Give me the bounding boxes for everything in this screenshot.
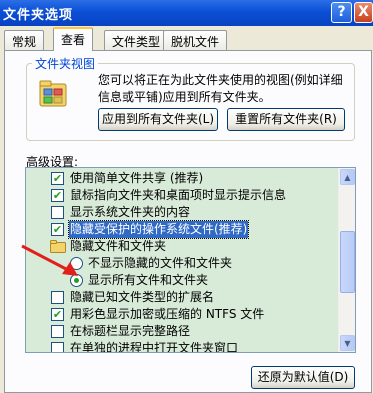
checkbox-checked[interactable]: ✔	[51, 223, 64, 236]
list-item-label: 使用简单文件共享 (推荐)	[70, 171, 204, 185]
list-item[interactable]: ✔ 鼠标指向文件夹和桌面项时显示提示信息	[26, 187, 338, 204]
reset-all-folders-button[interactable]: 重置所有文件夹(R)	[227, 108, 345, 131]
vertical-scrollbar[interactable]: ▲ ▼	[338, 168, 355, 352]
apply-to-all-folders-button[interactable]: 应用到所有文件夹(L)	[98, 108, 218, 131]
tab-offline-files[interactable]: 脱机文件	[163, 30, 228, 50]
list-item-selected[interactable]: ✔ 隐藏受保护的操作系统文件(推荐)	[26, 220, 338, 239]
tab-general[interactable]: 常规	[4, 30, 45, 50]
list-item-label: 隐藏已知文件类型的扩展名	[70, 290, 215, 304]
list-item[interactable]: ✔ 使用简单文件共享 (推荐)	[26, 170, 338, 187]
list-item-label: 鼠标指向文件夹和桌面项时显示提示信息	[70, 188, 287, 202]
list-item[interactable]: 在单独的进程中打开文件夹窗口	[26, 340, 338, 353]
list-item-label: 显示系统文件夹的内容	[70, 205, 191, 219]
list-item[interactable]: 显示系统文件夹的内容	[26, 204, 338, 221]
folder-views-description: 您可以将正在为此文件夹使用的视图(例如详细信息或平铺)应用到所有文件夹。	[98, 73, 343, 104]
checkbox-unchecked[interactable]	[51, 342, 64, 352]
scroll-down-button[interactable]: ▼	[340, 335, 355, 351]
tab-view[interactable]: 查看	[53, 27, 94, 51]
close-button[interactable]: X	[354, 2, 373, 23]
list-item[interactable]: 隐藏已知文件类型的扩展名	[26, 289, 338, 306]
help-button[interactable]: ?	[331, 2, 352, 23]
list-item-label: 在单独的进程中打开文件夹窗口	[70, 341, 239, 353]
window-title: 文件夹选项	[3, 8, 74, 23]
list-item-label: 用彩色显示加密或压缩的 NTFS 文件	[70, 307, 265, 321]
list-item-label: 隐藏文件和文件夹	[70, 239, 167, 253]
annotation-arrow-icon	[21, 244, 78, 276]
restore-defaults-button[interactable]: 还原为默认值(D)	[251, 366, 355, 389]
list-item-label: 显示所有文件和文件夹	[88, 273, 209, 287]
checkbox-checked[interactable]: ✔	[51, 308, 64, 321]
checkbox-unchecked[interactable]	[51, 206, 64, 219]
list-item[interactable]: ✔ 用彩色显示加密或压缩的 NTFS 文件	[26, 306, 338, 323]
checkbox-checked[interactable]: ✔	[51, 189, 64, 202]
checkbox-unchecked[interactable]	[51, 291, 64, 304]
scroll-up-button[interactable]: ▲	[340, 169, 355, 185]
scroll-thumb[interactable]	[340, 231, 355, 293]
list-item-label: 不显示隐藏的文件和文件夹	[88, 256, 233, 270]
list-item-label: 隐藏受保护的操作系统文件(推荐)	[67, 220, 250, 239]
tab-file-types[interactable]: 文件类型	[104, 30, 169, 50]
checkbox-unchecked[interactable]	[51, 325, 64, 338]
folder-views-icon	[39, 80, 67, 107]
title-bar: 文件夹选项 ? X	[0, 0, 373, 26]
folder-views-label: 文件夹视图	[32, 55, 99, 72]
list-item[interactable]: 在标题栏显示完整路径	[26, 323, 338, 340]
list-item-label: 在标题栏显示完整路径	[70, 324, 191, 338]
checkbox-checked[interactable]: ✔	[51, 172, 64, 185]
